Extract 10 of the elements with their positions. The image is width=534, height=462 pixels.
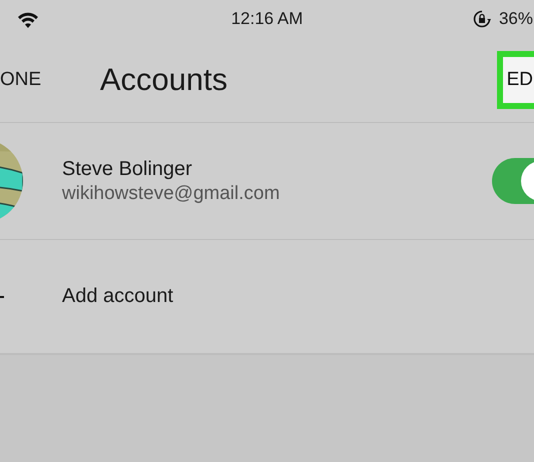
page-title: Accounts (100, 62, 228, 98)
edit-button[interactable]: ED (496, 51, 534, 109)
rotation-lock-icon (472, 10, 491, 28)
done-button[interactable]: ONE (0, 69, 100, 91)
account-name: Steve Bolinger (62, 158, 194, 180)
account-email: wikihowsteve@gmail.com (62, 182, 280, 204)
status-time: 12:16 AM (231, 9, 303, 29)
wifi-icon (17, 10, 39, 28)
battery-percent: 36% (498, 9, 533, 29)
add-account-button[interactable]: Add account (62, 285, 174, 308)
